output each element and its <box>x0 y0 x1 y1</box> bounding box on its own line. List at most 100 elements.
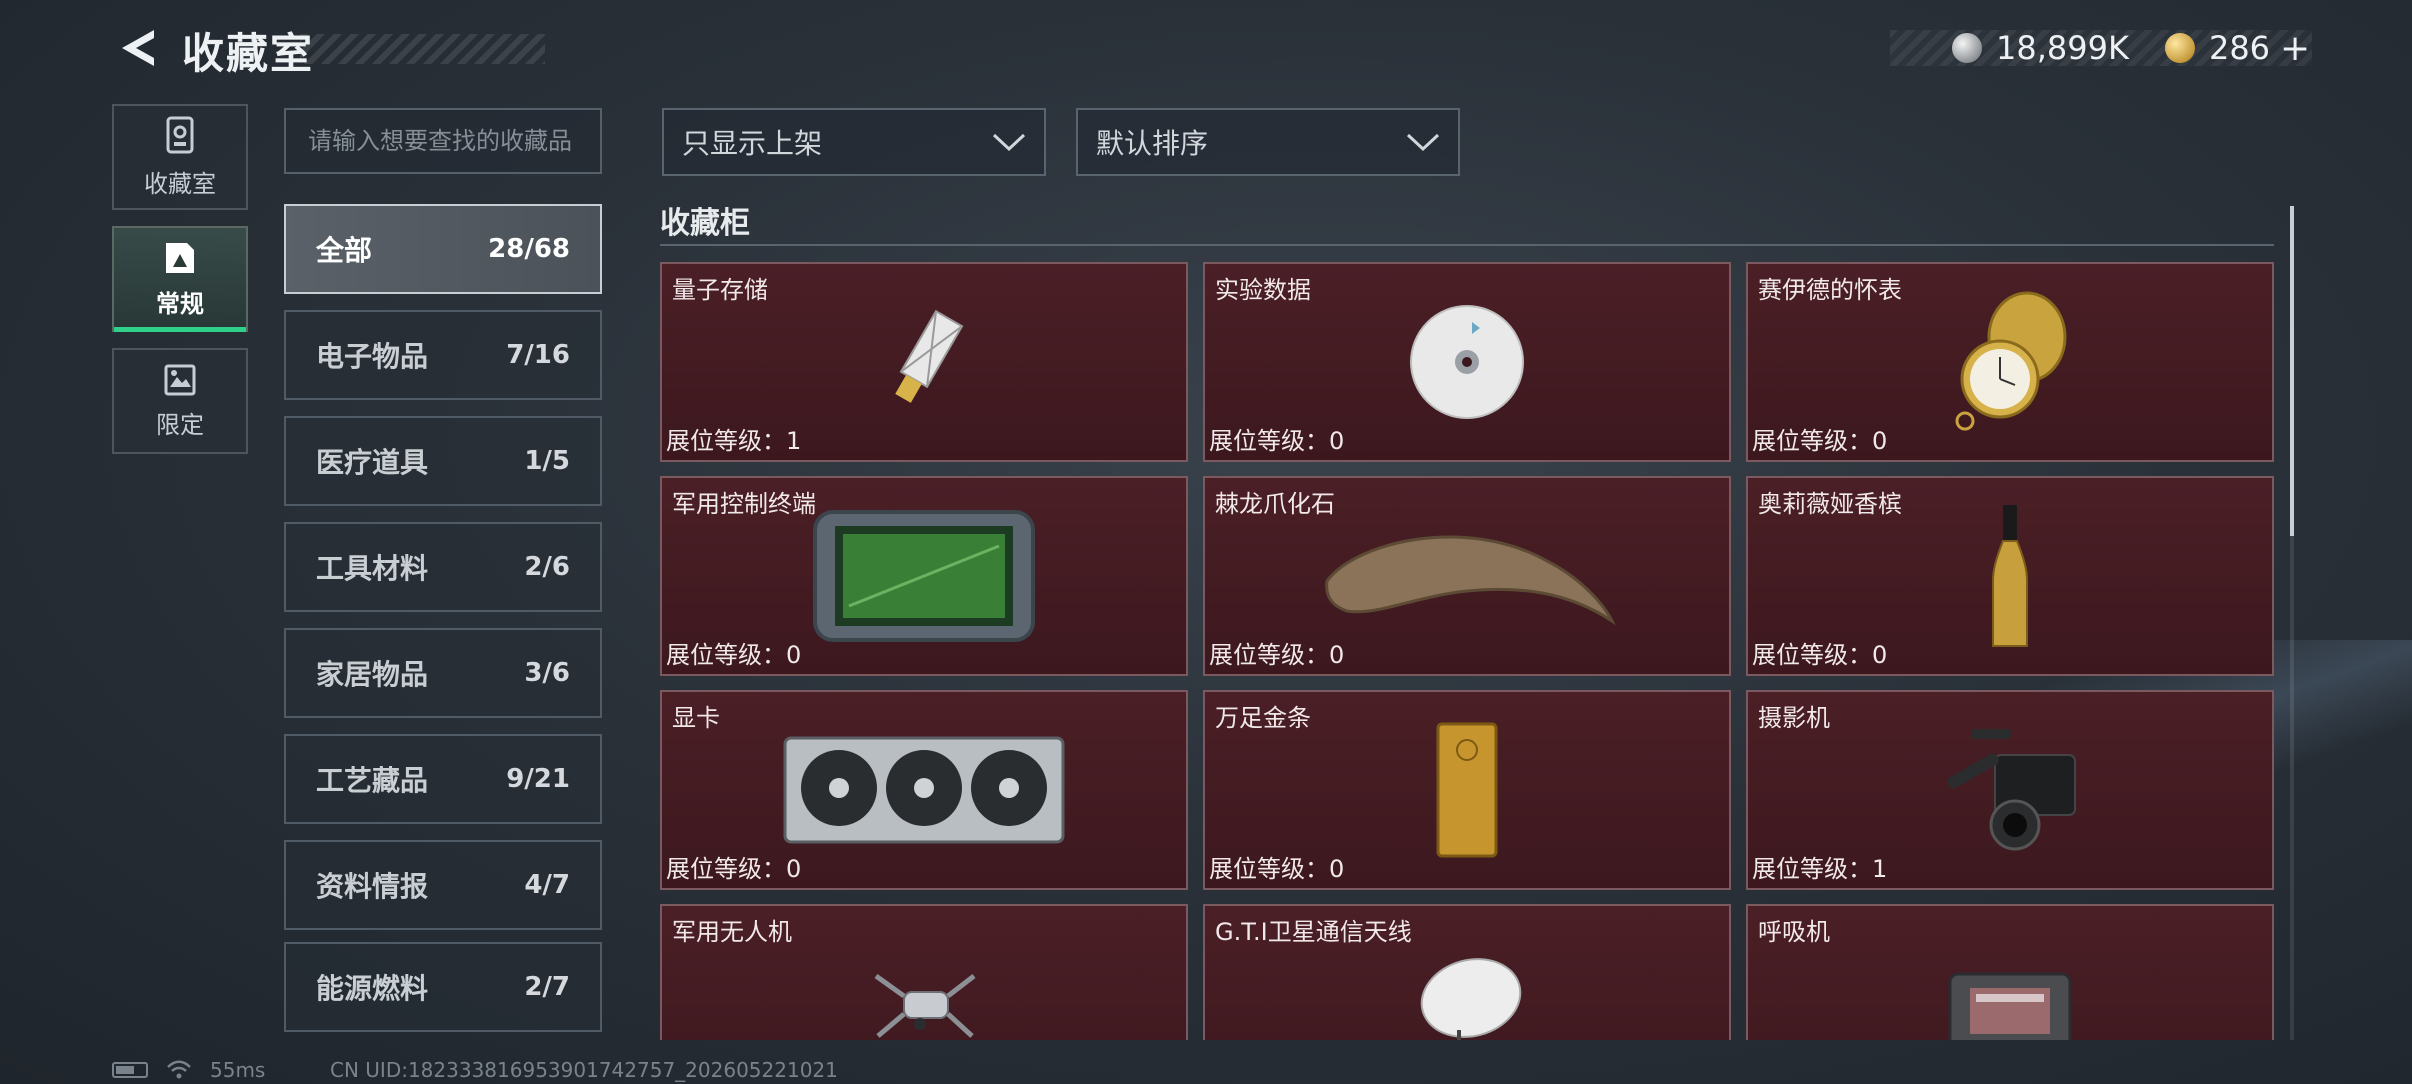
champagne-bottle-icon <box>1992 505 2028 647</box>
display-level: 展位等级：0 <box>1209 641 1345 669</box>
add-currency-button[interactable]: + <box>2280 28 2310 69</box>
category-name: 电子物品 <box>316 340 429 373</box>
usb-drive-icon <box>895 309 964 403</box>
category-energy[interactable]: 能源燃料 2/7 <box>284 942 602 1032</box>
item-name: 摄影机 <box>1758 704 1830 732</box>
gold-coin-icon <box>2164 33 2195 63</box>
category-count: 1/5 <box>524 446 570 476</box>
side-tab-limited[interactable]: 限定 <box>112 348 248 454</box>
display-level: 展位等级：0 <box>1209 427 1345 455</box>
item-name: 量子存储 <box>672 276 768 304</box>
back-arrow-icon <box>122 30 154 66</box>
status-footer: 55ms <box>112 1058 265 1082</box>
collection-card[interactable]: 实验数据 展位等级：0 <box>1203 262 1731 462</box>
display-level: 展位等级：0 <box>1752 427 1888 455</box>
side-tab-collection-room[interactable]: 收藏室 <box>112 104 248 210</box>
display-level: 展位等级：0 <box>1209 855 1345 883</box>
gold-currency-value: 286 <box>2208 29 2271 67</box>
silver-currency-value: 18,899K <box>1996 29 2129 67</box>
back-button[interactable] <box>112 24 160 72</box>
collection-grid: 量子存储 展位等级：1 实验数据 展位等级：0 赛伊德的怀表 展位等级：0 军用… <box>660 262 2274 1040</box>
item-name: 军用无人机 <box>672 918 792 946</box>
category-count: 9/21 <box>506 764 570 794</box>
section-title: 收藏柜 <box>660 206 750 241</box>
collection-card[interactable]: 赛伊德的怀表 展位等级：0 <box>1746 262 2274 462</box>
graphics-card-icon <box>783 736 1065 844</box>
collection-card[interactable]: 呼吸机 <box>1746 904 2274 1040</box>
sort-dropdown[interactable]: 默认排序 <box>1076 108 1460 176</box>
control-terminal-icon <box>813 510 1035 642</box>
grid-scrollbar-thumb[interactable] <box>2290 206 2294 536</box>
chevron-down-icon <box>992 133 1026 152</box>
category-name: 医疗道具 <box>316 446 429 479</box>
category-count: 7/16 <box>506 340 570 370</box>
trophy-cabinet-icon <box>166 116 194 153</box>
card-icon <box>166 242 194 273</box>
gold-bar-icon <box>1436 722 1498 858</box>
item-name: 棘龙爪化石 <box>1215 490 1335 518</box>
category-tools[interactable]: 工具材料 2/6 <box>284 522 602 612</box>
item-name: 显卡 <box>672 704 720 732</box>
collection-search-input[interactable] <box>284 108 602 174</box>
category-name: 工艺藏品 <box>316 764 429 797</box>
collection-card[interactable]: 显卡 展位等级：0 <box>660 690 1188 890</box>
display-level: 展位等级：1 <box>1752 855 1888 883</box>
category-electronics[interactable]: 电子物品 7/16 <box>284 310 602 400</box>
category-count: 3/6 <box>524 658 570 688</box>
side-tab-label: 常规 <box>156 289 204 318</box>
category-name: 工具材料 <box>316 552 429 585</box>
collection-card[interactable]: 军用控制终端 展位等级：0 <box>660 476 1188 676</box>
page-title: 收藏室 <box>182 29 315 78</box>
category-count: 2/6 <box>524 552 570 582</box>
silver-coin-icon <box>1952 33 1982 63</box>
collection-card[interactable]: G.T.I卫星通信天线 <box>1203 904 1731 1040</box>
user-uid: CN UID:18233381695390174275​7_2026052210… <box>330 1058 838 1082</box>
disc-icon <box>1410 305 1524 419</box>
collection-card[interactable]: 摄影机 展位等级：1 <box>1746 690 2274 890</box>
section-divider <box>660 244 2274 246</box>
claw-fossil-icon <box>1325 535 1616 626</box>
pocket-watch-icon <box>1955 291 2067 431</box>
battery-icon <box>112 1062 148 1078</box>
title-decoration <box>300 34 545 64</box>
display-level: 展位等级：0 <box>666 641 802 669</box>
collection-card[interactable]: 量子存储 展位等级：1 <box>660 262 1188 462</box>
category-name: 资料情报 <box>316 870 429 903</box>
collection-card[interactable]: 棘龙爪化石 展位等级：0 <box>1203 476 1731 676</box>
category-name: 能源燃料 <box>316 972 429 1005</box>
item-name: 奥莉薇娅香槟 <box>1758 490 1902 518</box>
drone-icon <box>874 973 976 1038</box>
satellite-dish-icon <box>1420 958 1522 1040</box>
display-level: 展位等级：0 <box>666 855 802 883</box>
item-name: G.T.I卫星通信天线 <box>1215 918 1412 946</box>
side-tab-label: 收藏室 <box>144 169 216 198</box>
category-medical[interactable]: 医疗道具 1/5 <box>284 416 602 506</box>
side-tab-regular[interactable]: 常规 <box>112 226 248 332</box>
item-name: 呼吸机 <box>1758 918 1830 946</box>
item-name: 军用控制终端 <box>672 490 816 518</box>
collection-card[interactable]: 万足金条 展位等级：0 <box>1203 690 1731 890</box>
category-count: 4/7 <box>524 870 570 900</box>
item-name: 万足金条 <box>1215 704 1311 732</box>
category-count: 2/7 <box>524 972 570 1002</box>
collection-card[interactable]: 奥莉薇娅香槟 展位等级：0 <box>1746 476 2274 676</box>
category-all[interactable]: 全部 28/68 <box>284 204 602 294</box>
item-name: 赛伊德的怀表 <box>1758 276 1902 304</box>
category-name: 全部 <box>316 234 373 267</box>
side-tab-label: 限定 <box>156 410 204 439</box>
limited-frame-icon <box>164 364 196 395</box>
ping-value: 55ms <box>210 1058 266 1082</box>
category-intel[interactable]: 资料情报 4/7 <box>284 840 602 930</box>
category-crafts[interactable]: 工艺藏品 9/21 <box>284 734 602 824</box>
category-household[interactable]: 家居物品 3/6 <box>284 628 602 718</box>
collection-card[interactable]: 军用无人机 <box>660 904 1188 1040</box>
currency-bar: 18,899K 286 + <box>1890 28 2312 69</box>
chevron-down-icon <box>1406 133 1440 152</box>
category-name: 家居物品 <box>316 658 429 691</box>
display-filter-dropdown[interactable]: 只显示上架 <box>662 108 1046 176</box>
wifi-icon <box>167 1060 191 1079</box>
item-name: 实验数据 <box>1215 276 1311 304</box>
ventilator-icon <box>1948 972 2072 1040</box>
display-level: 展位等级：0 <box>1752 641 1888 669</box>
camera-icon <box>1947 729 2076 851</box>
